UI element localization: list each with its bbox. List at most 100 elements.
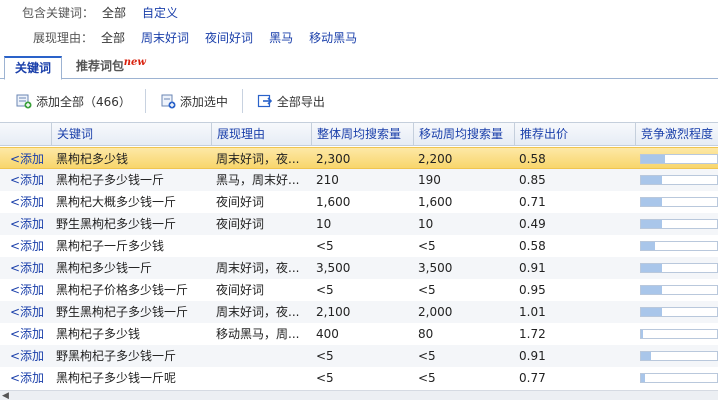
competition-bar <box>640 175 718 185</box>
export-all-button[interactable]: 全部导出 <box>251 89 331 113</box>
add-row-link[interactable]: <添加 <box>0 213 51 235</box>
table-row[interactable]: <添加 黑枸杞子一斤多少钱 <5 <5 0.58 <box>0 235 718 257</box>
cell-mobile-volume: 10 <box>418 217 434 231</box>
cell-bid: 0.85 <box>519 173 546 187</box>
cell-reason: 移动黑马，周... <box>216 327 300 341</box>
cell-bid: 0.91 <box>519 261 546 275</box>
competition-bar-fill <box>641 264 662 272</box>
cell-total-volume: 400 <box>316 327 339 341</box>
cell-total-volume: <5 <box>316 283 334 297</box>
cell-reason: 周末好词，夜... <box>216 152 300 166</box>
scroll-left-icon[interactable]: ◀ <box>2 391 9 400</box>
header-reason[interactable]: 展现理由 <box>211 123 311 146</box>
table-row[interactable]: <添加 黑枸杞多少钱一斤 周末好词，夜... 3,500 3,500 0.91 <box>0 257 718 279</box>
header-total-volume[interactable]: 整体周均搜索量 <box>311 123 413 146</box>
new-badge: new <box>123 57 146 68</box>
cell-reason: 夜间好词 <box>216 283 265 297</box>
cell-mobile-volume: 3,500 <box>418 261 453 275</box>
cell-bid: 0.58 <box>519 152 546 166</box>
cell-mobile-volume: 2,200 <box>418 152 453 166</box>
competition-bar-fill <box>641 374 645 382</box>
reason-filter-darkhorse[interactable]: 黑马 <box>269 29 293 46</box>
add-row-link[interactable]: <添加 <box>0 148 51 170</box>
table-row[interactable]: <添加 黑枸杞子多少钱一斤 黑马，周末好... 210 190 0.85 <box>0 169 718 191</box>
reason-filter-row: 展现理由： 全部 周末好词 夜间好词 黑马 移动黑马 <box>33 26 373 48</box>
cell-total-volume: 2,300 <box>316 152 351 166</box>
add-row-link[interactable]: <添加 <box>0 257 51 279</box>
cell-mobile-volume: 190 <box>418 173 441 187</box>
cell-keyword: 野生黑枸杞多少钱一斤 <box>56 217 177 231</box>
competition-bar <box>640 373 718 383</box>
table-row[interactable]: <添加 黑枸杞大概多少钱一斤 夜间好词 1,600 1,600 0.71 <box>0 191 718 213</box>
keyword-filter-row: 包含关键词： 全部 自定义 <box>22 1 194 23</box>
cell-reason <box>211 367 311 389</box>
cell-mobile-volume: <5 <box>418 349 436 363</box>
reason-filter-weekend[interactable]: 周末好词 <box>141 29 189 46</box>
add-all-label: 添加全部（466） <box>36 94 131 109</box>
cell-mobile-volume: <5 <box>418 371 436 385</box>
table-row[interactable]: <添加 黑枸杞子多少钱一斤呢 <5 <5 0.77 <box>0 367 718 389</box>
competition-bar-fill <box>641 286 662 294</box>
cell-bid: 1.72 <box>519 327 546 341</box>
add-row-link[interactable]: <添加 <box>0 345 51 367</box>
cell-reason: 黑马，周末好... <box>216 173 300 187</box>
cell-reason: 周末好词，夜... <box>216 305 300 319</box>
cell-total-volume: 2,100 <box>316 305 351 319</box>
add-selected-button[interactable]: 添加选中 <box>154 89 234 113</box>
cell-mobile-volume: 80 <box>418 327 434 341</box>
header-mobile-volume[interactable]: 移动周均搜索量 <box>413 123 514 146</box>
cell-keyword: 野生黑枸杞子多少钱一斤 <box>56 305 189 319</box>
table-row[interactable]: <添加 野黑枸杞子多少钱一斤 <5 <5 0.91 <box>0 345 718 367</box>
add-row-link[interactable]: <添加 <box>0 367 51 389</box>
cell-total-volume: <5 <box>316 349 334 363</box>
add-row-link[interactable]: <添加 <box>0 301 51 323</box>
cell-keyword: 黑枸杞多少钱一斤 <box>56 261 153 275</box>
cell-mobile-volume: <5 <box>418 283 436 297</box>
keyword-filter-custom[interactable]: 自定义 <box>142 4 178 21</box>
table-row[interactable]: <添加 野生黑枸杞多少钱一斤 夜间好词 10 10 0.49 <box>0 213 718 235</box>
toolbar-divider <box>144 89 146 113</box>
competition-bar-fill <box>641 242 655 250</box>
cell-reason: 夜间好词 <box>216 195 265 209</box>
reason-filter-label: 展现理由： <box>33 30 94 45</box>
competition-bar <box>640 154 718 164</box>
keyword-table: 关键词 展现理由 整体周均搜索量 移动周均搜索量 推荐出价 竞争激烈程度 <添加… <box>0 122 718 390</box>
header-competition[interactable]: 竞争激烈程度 <box>635 123 718 146</box>
header-bid[interactable]: 推荐出价 <box>514 123 635 146</box>
cell-mobile-volume: 2,000 <box>418 305 453 319</box>
table-row[interactable]: <添加 黑枸杞子多少钱 移动黑马，周... 400 80 1.72 <box>0 323 718 345</box>
add-row-link[interactable]: <添加 <box>0 235 51 257</box>
competition-bar-fill <box>641 330 643 338</box>
table-row[interactable]: <添加 野生黑枸杞子多少钱一斤 周末好词，夜... 2,100 2,000 1.01 <box>0 301 718 323</box>
cell-bid: 0.71 <box>519 195 546 209</box>
horizontal-scrollbar[interactable]: ◀ <box>0 390 718 400</box>
cell-total-volume: 10 <box>316 217 332 231</box>
add-all-button[interactable]: 添加全部（466） <box>10 89 137 113</box>
cell-bid: 0.91 <box>519 349 546 363</box>
cell-keyword: 黑枸杞子价格多少钱一斤 <box>56 283 189 297</box>
add-row-link[interactable]: <添加 <box>0 323 51 345</box>
tab-recommended-packs[interactable]: 推荐词包 new <box>70 56 146 80</box>
table-row[interactable]: <添加 黑枸杞子价格多少钱一斤 夜间好词 <5 <5 0.95 <box>0 279 718 301</box>
export-all-label: 全部导出 <box>276 94 325 109</box>
competition-bar <box>640 219 718 229</box>
add-row-link[interactable]: <添加 <box>0 169 51 191</box>
tab-recommended-packs-label: 推荐词包 <box>75 59 124 73</box>
competition-bar-fill <box>641 198 662 206</box>
tab-keywords[interactable]: 关键词 <box>4 56 62 80</box>
cell-mobile-volume: <5 <box>418 239 436 253</box>
reason-filter-all[interactable]: 全部 <box>101 29 125 46</box>
cell-reason <box>211 235 311 257</box>
add-row-link[interactable]: <添加 <box>0 191 51 213</box>
reason-filter-night[interactable]: 夜间好词 <box>205 29 253 46</box>
reason-filter-mobile-darkhorse[interactable]: 移动黑马 <box>309 29 357 46</box>
cell-keyword: 黑枸杞子一斤多少钱 <box>56 239 165 253</box>
keyword-filter-all[interactable]: 全部 <box>102 4 126 21</box>
export-icon <box>257 93 273 109</box>
add-row-link[interactable]: <添加 <box>0 279 51 301</box>
header-keyword[interactable]: 关键词 <box>51 123 211 146</box>
table-row[interactable]: <添加 黑枸杞多少钱 周末好词，夜... 2,300 2,200 0.58 <box>0 147 718 169</box>
competition-bar-fill <box>641 155 665 163</box>
cell-total-volume: 3,500 <box>316 261 351 275</box>
competition-bar <box>640 307 718 317</box>
